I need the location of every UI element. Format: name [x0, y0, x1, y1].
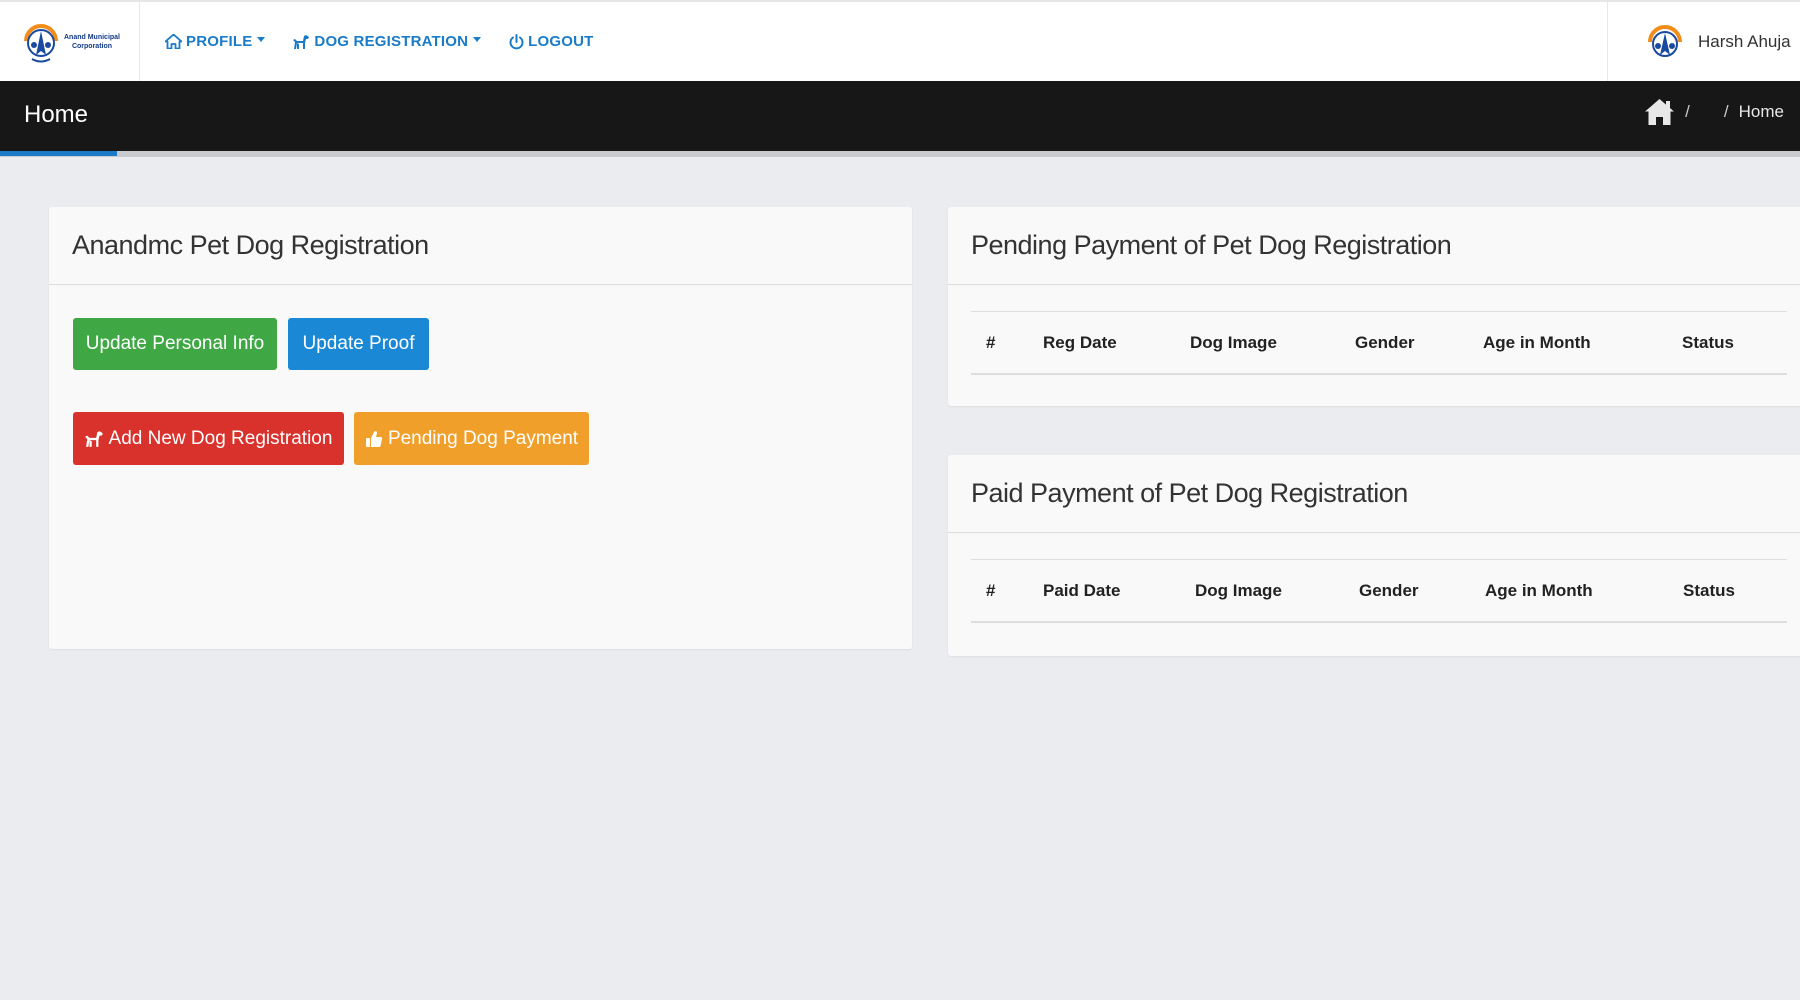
column-header[interactable]: Dog Image	[1190, 312, 1277, 374]
card-title: Anandmc Pet Dog Registration	[49, 207, 912, 285]
breadcrumb-separator: /	[1723, 102, 1729, 121]
top-navbar: Anand Municipal Corporation PROFILE DOG …	[0, 0, 1800, 81]
button-label: Add New Dog Registration	[108, 427, 333, 449]
user-name: Harsh Ahuja	[1698, 31, 1791, 51]
nav-profile-label: PROFILE	[186, 33, 253, 50]
chevron-down-icon	[257, 37, 266, 42]
registration-card: Anandmc Pet Dog Registration Update Pers…	[49, 207, 912, 649]
column-header[interactable]: #	[986, 560, 995, 622]
home-icon[interactable]	[1644, 98, 1675, 126]
thumbs-up-icon	[365, 430, 383, 447]
update-personal-info-button[interactable]: Update Personal Info	[73, 318, 277, 370]
column-header[interactable]: Reg Date	[1043, 312, 1117, 374]
card-title: Pending Payment of Pet Dog Registration	[948, 207, 1800, 285]
column-header[interactable]: Status	[1683, 560, 1735, 622]
breadcrumb-separator: /	[1685, 102, 1690, 121]
page-title: Home	[24, 101, 89, 128]
user-menu[interactable]: Harsh Ahuja	[1607, 2, 1800, 81]
column-header[interactable]: Paid Date	[1043, 560, 1120, 622]
breadcrumb: / / Home	[1644, 98, 1784, 126]
nav-logout-link[interactable]: LOGOUT	[509, 33, 593, 50]
page-header-bar	[0, 81, 1800, 151]
button-label: Pending Dog Payment	[387, 427, 579, 449]
nav-dog-registration-dropdown[interactable]: DOG REGISTRATION	[293, 33, 482, 50]
nav-dog-registration-label: DOG REGISTRATION	[314, 33, 469, 50]
home-icon	[165, 34, 182, 49]
power-icon	[509, 33, 524, 49]
brand-text-line1: Anand Municipal	[64, 33, 120, 41]
column-header[interactable]: Age in Month	[1485, 560, 1593, 622]
update-proof-button[interactable]: Update Proof	[288, 318, 429, 370]
header-accent-bar	[0, 151, 117, 156]
nav-logout-label: LOGOUT	[528, 33, 594, 50]
column-header[interactable]: Age in Month	[1483, 312, 1591, 374]
chevron-down-icon	[473, 37, 482, 42]
column-header[interactable]: #	[986, 312, 995, 374]
button-label: Update Personal Info	[85, 333, 265, 354]
pending-payment-table: # Reg Date Dog Image Gender Age in Month…	[971, 311, 1787, 375]
column-header[interactable]: Status	[1682, 312, 1734, 374]
paid-payment-card: Paid Payment of Pet Dog Registration # P…	[948, 455, 1800, 656]
brand-logo[interactable]: Anand Municipal Corporation	[0, 2, 140, 81]
nav-profile-dropdown[interactable]: PROFILE	[165, 33, 266, 50]
dog-icon	[293, 34, 310, 49]
pending-dog-payment-button[interactable]: Pending Dog Payment	[354, 412, 589, 465]
header-divider	[0, 151, 1800, 157]
column-header[interactable]: Gender	[1355, 312, 1415, 374]
column-header[interactable]: Gender	[1359, 560, 1419, 622]
avatar	[1648, 24, 1682, 57]
breadcrumb-current[interactable]: Home	[1739, 102, 1784, 122]
brand-text-line2: Corporation	[71, 42, 113, 50]
pending-payment-card: Pending Payment of Pet Dog Registration …	[948, 207, 1800, 406]
municipal-emblem-icon	[24, 23, 58, 62]
paid-payment-table: # Paid Date Dog Image Gender Age in Mont…	[971, 559, 1787, 623]
add-new-dog-registration-button[interactable]: Add New Dog Registration	[73, 412, 344, 465]
dog-icon	[84, 430, 103, 447]
main-nav: PROFILE DOG REGISTRATION LOGOUT	[165, 2, 622, 81]
button-label: Update Proof	[302, 333, 415, 354]
column-header[interactable]: Dog Image	[1195, 560, 1282, 622]
brand-text: Anand Municipal Corporation	[62, 33, 122, 51]
card-title: Paid Payment of Pet Dog Registration	[948, 455, 1800, 533]
